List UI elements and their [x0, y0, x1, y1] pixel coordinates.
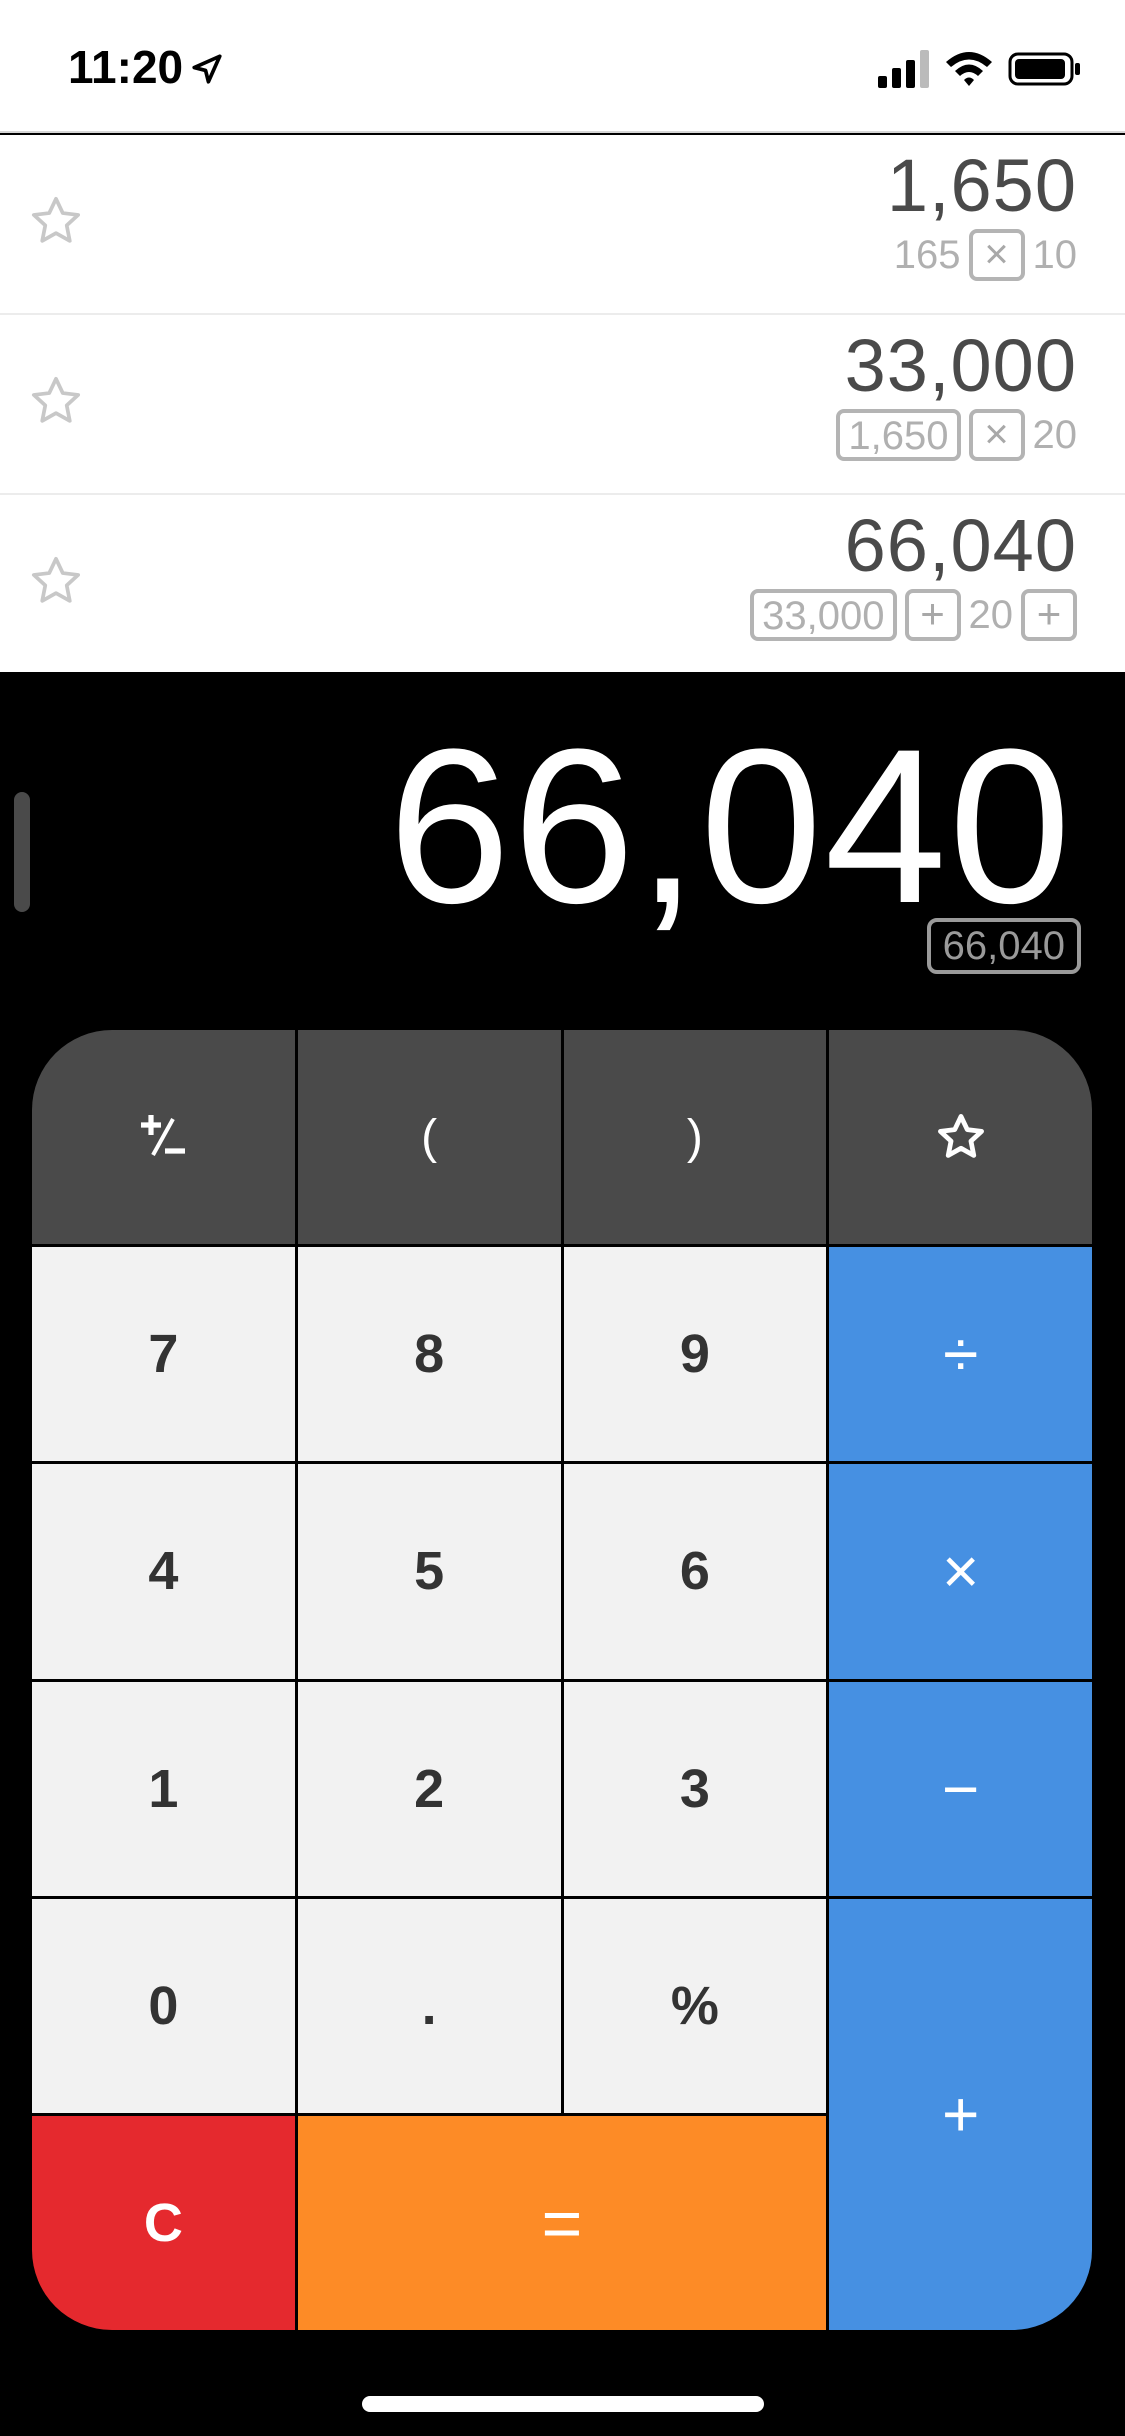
digit-6-button[interactable]: 6	[563, 1464, 827, 1679]
expression-operator: ×	[968, 229, 1025, 281]
star-icon[interactable]	[28, 373, 84, 429]
digit-1-button[interactable]: 1	[32, 1681, 295, 1896]
history-row[interactable]: 1,650 165 × 10	[0, 135, 1125, 315]
equals-button[interactable]: =	[297, 2115, 827, 2330]
star-icon[interactable]	[28, 193, 84, 249]
history-expression: 33,000 + 20 +	[750, 589, 1077, 641]
star-icon	[937, 1114, 984, 1158]
percent-button[interactable]: %	[563, 1898, 827, 2113]
expression-operator: +	[1021, 589, 1077, 641]
expression-number: 165	[893, 232, 961, 277]
digit-0-button[interactable]: 0	[32, 1898, 295, 2113]
wifi-icon	[946, 52, 992, 86]
history-result: 1,650	[886, 144, 1077, 227]
multiply-button[interactable]: ×	[829, 1464, 1092, 1679]
main-display: 66,040	[388, 703, 1073, 949]
history-list: 1,650 165 × 10 33,000 1,650 × 20 66,040 …	[0, 135, 1125, 672]
expression-operator: +	[904, 589, 961, 641]
home-indicator[interactable]	[362, 2396, 764, 2412]
favorite-button[interactable]	[829, 1030, 1092, 1245]
cellular-signal-icon	[878, 50, 929, 88]
battery-icon	[1008, 52, 1080, 86]
history-result: 33,000	[844, 324, 1077, 407]
history-row[interactable]: 33,000 1,650 × 20	[0, 315, 1125, 495]
history-result: 66,040	[844, 504, 1077, 587]
open-paren-button[interactable]: (	[297, 1030, 561, 1245]
expression-reference[interactable]: 33,000	[750, 589, 897, 641]
plus-minus-icon	[141, 1115, 186, 1157]
digit-2-button[interactable]: 2	[297, 1681, 561, 1896]
clear-button[interactable]: C	[32, 2115, 295, 2330]
current-expression[interactable]: 66,040	[926, 918, 1081, 974]
divide-button[interactable]: ÷	[829, 1247, 1092, 1462]
digit-3-button[interactable]: 3	[563, 1681, 827, 1896]
expression-number: 20	[968, 592, 1014, 637]
digit-7-button[interactable]: 7	[32, 1247, 295, 1462]
drag-handle[interactable]	[14, 792, 30, 912]
digit-4-button[interactable]: 4	[32, 1464, 295, 1679]
expression-operator: ×	[968, 409, 1025, 461]
digit-5-button[interactable]: 5	[297, 1464, 561, 1679]
decimal-button[interactable]: .	[297, 1898, 561, 2113]
history-expression: 1,650 × 20	[836, 409, 1077, 461]
digit-8-button[interactable]: 8	[297, 1247, 561, 1462]
location-arrow-icon	[192, 54, 222, 84]
history-expression: 165 × 10	[894, 229, 1077, 281]
close-paren-button[interactable]: )	[563, 1030, 827, 1245]
history-row[interactable]: 66,040 33,000 + 20 +	[0, 495, 1125, 672]
plus-minus-button[interactable]	[32, 1030, 295, 1245]
expression-number: 20	[1032, 412, 1078, 457]
plus-button[interactable]: +	[829, 1898, 1092, 2330]
expression-reference[interactable]: 1,650	[836, 409, 961, 461]
expression-number: 10	[1032, 232, 1078, 277]
star-icon[interactable]	[28, 553, 84, 609]
keypad: ( ) 7 8 9 ÷ 4 5 6 × 1 2 3 − 0 . % + C =	[32, 1030, 1092, 2330]
status-bar: 11:20	[0, 0, 1125, 133]
digit-9-button[interactable]: 9	[563, 1247, 827, 1462]
status-time: 11:20	[68, 41, 184, 93]
minus-button[interactable]: −	[829, 1681, 1092, 1896]
